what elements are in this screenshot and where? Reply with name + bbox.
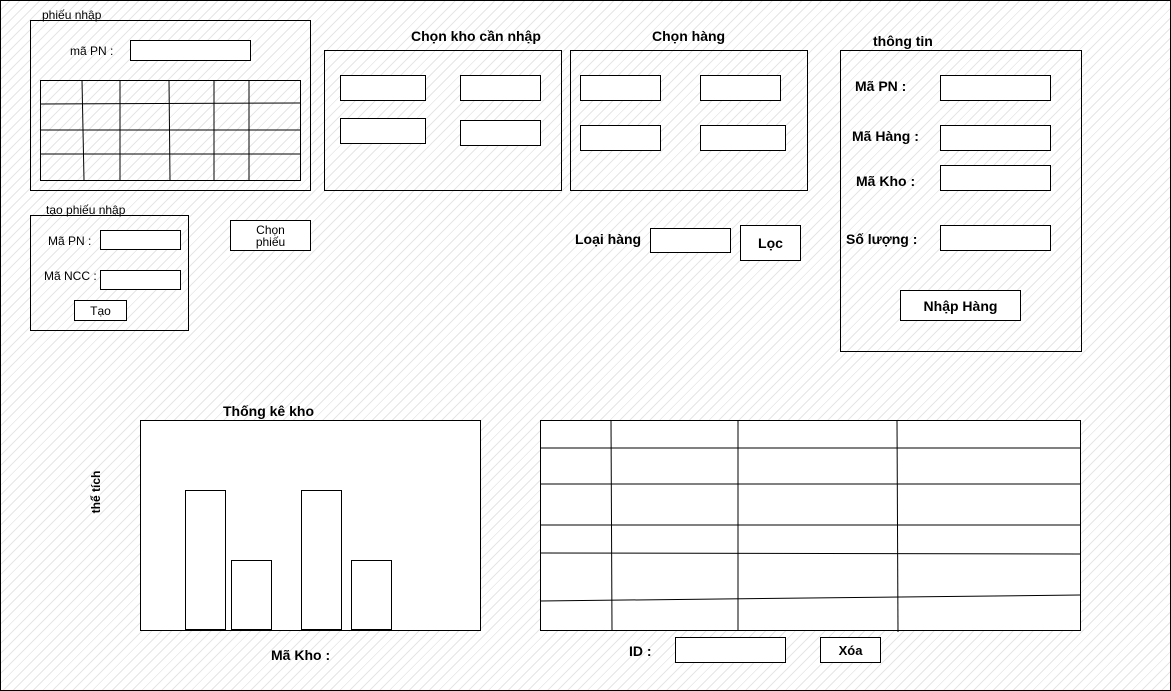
chart-bar-1: [185, 490, 226, 630]
nhap-hang-button[interactable]: Nhập Hàng: [900, 290, 1021, 321]
chon-kho-title: Chọn kho cần nhập: [411, 28, 541, 44]
chon-hang-option-2[interactable]: [700, 75, 781, 101]
chart-bar-4: [351, 560, 392, 630]
chon-hang-option-4[interactable]: [700, 125, 786, 151]
chon-hang-title: Chọn hàng: [652, 28, 726, 44]
chart-bars: [141, 421, 480, 630]
chart-bar-2: [231, 560, 272, 630]
tao-ma-ncc-input[interactable]: [100, 270, 181, 290]
tao-ma-pn-input[interactable]: [100, 230, 181, 250]
thong-tin-title: thông tin: [873, 33, 933, 49]
chart-x-label: Mã Kho :: [271, 647, 331, 663]
phieu-nhap-table[interactable]: [40, 80, 302, 182]
loai-hang-input[interactable]: [650, 228, 731, 253]
thong-tin-so-luong-label: Số lượng :: [846, 231, 918, 247]
chart-bar-3: [301, 490, 342, 630]
chon-kho-option-2[interactable]: [460, 75, 541, 101]
chon-kho-option-4[interactable]: [460, 120, 541, 146]
tao-button[interactable]: Tạo: [74, 300, 127, 321]
id-label: ID :: [629, 643, 652, 659]
loai-hang-label: Loại hàng: [575, 231, 642, 247]
chon-kho-option-3[interactable]: [340, 118, 426, 144]
tao-ma-ncc-label: Mã NCC :: [44, 269, 97, 283]
chon-kho-option-1[interactable]: [340, 75, 426, 101]
chon-hang-option-1[interactable]: [580, 75, 661, 101]
phieu-nhap-ma-pn-input[interactable]: [130, 40, 251, 61]
xoa-button[interactable]: Xóa: [820, 637, 881, 663]
thong-tin-ma-hang-label: Mã Hàng :: [852, 128, 919, 144]
tao-ma-pn-label: Mã PN :: [48, 234, 92, 248]
thong-tin-ma-pn-input[interactable]: [940, 75, 1051, 101]
kho-table[interactable]: [540, 420, 1082, 632]
chart-title: Thống kê kho: [223, 403, 314, 419]
thong-tin-ma-kho-input[interactable]: [940, 165, 1051, 191]
chart-area: [140, 420, 481, 631]
chart-y-label: thể tích: [89, 470, 103, 514]
phieu-nhap-ma-pn-label: mã PN :: [70, 44, 114, 58]
chon-hang-panel: [570, 50, 808, 191]
thong-tin-so-luong-input[interactable]: [940, 225, 1051, 251]
thong-tin-ma-hang-input[interactable]: [940, 125, 1051, 151]
id-input[interactable]: [675, 637, 786, 663]
chon-hang-option-3[interactable]: [580, 125, 661, 151]
thong-tin-ma-kho-label: Mã Kho :: [856, 173, 916, 189]
thong-tin-ma-pn-label: Mã PN :: [855, 78, 907, 94]
chon-phieu-button[interactable]: Chọn phiếu: [230, 220, 311, 251]
loc-button[interactable]: Lọc: [740, 225, 801, 261]
